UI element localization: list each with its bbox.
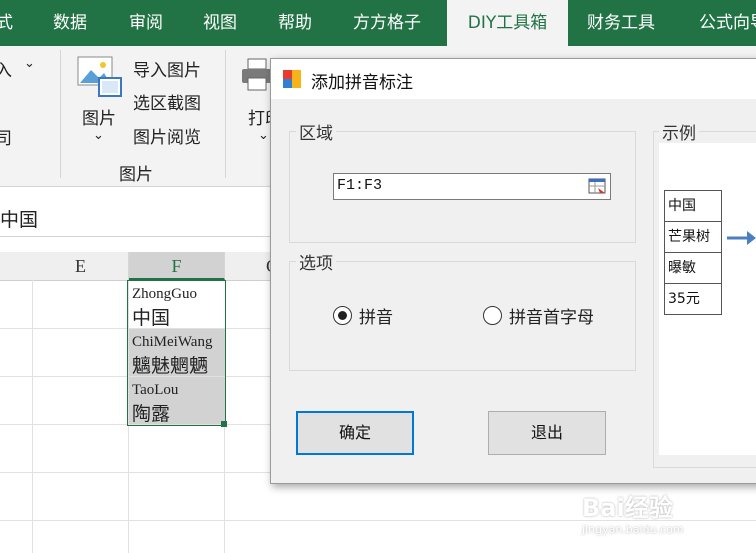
chevron-down-icon[interactable]: ⌄ [93, 128, 104, 143]
import-pictures-button[interactable]: 导入图片 [133, 56, 201, 81]
example-table: 中国 芒果树 曝敏 35元 [664, 190, 722, 315]
example-row: 中国 [665, 191, 721, 222]
picture-icon[interactable] [77, 56, 123, 98]
tab-data[interactable]: 数据 [53, 0, 87, 46]
radio-pinyin[interactable] [333, 306, 352, 325]
ribbon-partial-bottom[interactable]: 司 [0, 124, 12, 149]
region-group-label: 区域 [296, 119, 336, 144]
dialog-title: 添加拼音标注 [311, 73, 413, 93]
pictures-button-label[interactable]: 图片 [82, 104, 116, 129]
example-row: 曝敏 [665, 253, 721, 284]
dialog-titlebar[interactable]: 添加拼音标注 [271, 59, 756, 99]
tab-view[interactable]: 视图 [203, 0, 237, 46]
grid-line [32, 280, 33, 553]
ribbon-partial-top[interactable]: 入 [0, 56, 12, 81]
radio-initials[interactable] [483, 306, 502, 325]
ribbon-tab-bar: 式 数据 审阅 视图 帮助 方方格子 DIY工具箱 财务工具 公式向导 [0, 0, 756, 46]
tab-help[interactable]: 帮助 [278, 0, 312, 46]
ribbon-separator [60, 50, 61, 178]
options-group-label: 选项 [296, 249, 336, 274]
arrow-right-icon [727, 229, 756, 247]
radio-pinyin-label[interactable]: 拼音 [359, 303, 393, 328]
selection-border [127, 280, 226, 426]
example-row: 35元 [665, 284, 721, 315]
printer-icon[interactable] [241, 58, 273, 92]
fill-handle[interactable] [221, 421, 227, 427]
range-picker-icon[interactable] [588, 178, 606, 194]
add-pinyin-dialog: 添加拼音标注 区域 F1:F3 选项 拼音 拼音首字母 示例 中国 芒果树 曝敏… [270, 58, 756, 484]
tab-finance-tools[interactable]: 财务工具 [587, 0, 655, 46]
ok-button[interactable]: 确定 [296, 411, 414, 455]
tab-diy-toolbox[interactable]: DIY工具箱 [447, 0, 568, 46]
app-logo-icon [283, 70, 301, 88]
chevron-down-icon[interactable]: ⌄ [258, 128, 269, 143]
column-header-f[interactable]: F [129, 252, 225, 280]
chevron-down-icon[interactable]: ⌄ [24, 56, 35, 71]
region-input[interactable]: F1:F3 [333, 173, 611, 200]
picture-view-button[interactable]: 图片阅览 [133, 123, 201, 148]
ribbon-group-label: 图片 [119, 165, 153, 185]
ribbon-separator [225, 50, 226, 178]
example-row: 芒果树 [665, 222, 721, 253]
baidu-watermark: Bai经验 jingyan.baidu.com [582, 488, 684, 536]
tab-review[interactable]: 审阅 [129, 0, 163, 46]
tab-fangfang[interactable]: 方方格子 [353, 0, 421, 46]
radio-initials-label[interactable]: 拼音首字母 [509, 303, 594, 328]
region-input-value: F1:F3 [337, 177, 383, 194]
example-group-label: 示例 [659, 119, 699, 144]
formula-bar-value[interactable]: 中国 [0, 205, 38, 232]
radio-selected-dot [338, 311, 347, 320]
watermark-logo: Bai经验 [582, 494, 673, 522]
region-screenshot-button[interactable]: 选区截图 [133, 89, 201, 114]
watermark-url: jingyan.baidu.com [582, 523, 684, 536]
column-header-e[interactable]: E [33, 252, 129, 280]
tab-formulas[interactable]: 式 [0, 0, 13, 46]
exit-button[interactable]: 退出 [488, 411, 606, 455]
tab-formula-wizard[interactable]: 公式向导 [699, 0, 756, 46]
